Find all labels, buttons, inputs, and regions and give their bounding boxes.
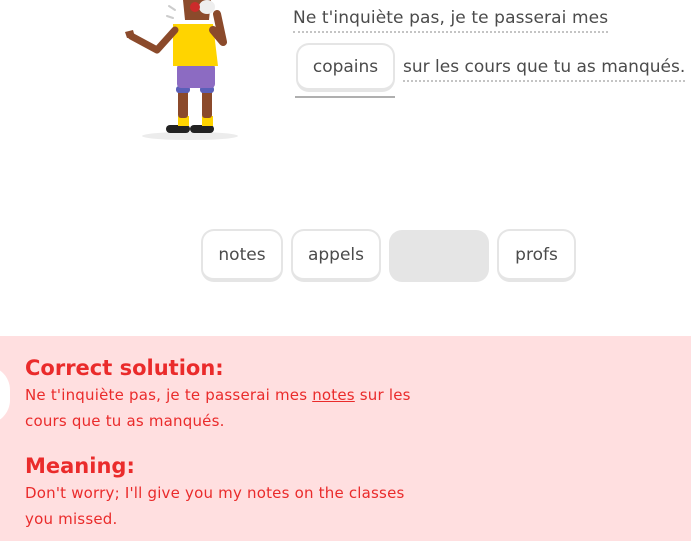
meaning-text: Don't worry; I'll give you my notes on t… [25, 484, 405, 528]
sentence-continuation: sur les cours que tu as manqués. [403, 57, 686, 82]
meaning-heading: Meaning: [25, 454, 135, 478]
sentence-prompt: Ne t'inquiète pas, je te passerai mes [293, 8, 609, 33]
sentence-text-after: sur les cours que tu as manqués. [403, 57, 686, 82]
selected-answer-label: copains [312, 56, 379, 77]
word-bank-chip-notes[interactable]: notes [201, 229, 283, 282]
word-bank-label: appels [307, 244, 365, 265]
incorrect-feedback-panel: Correct solution: Ne t'inquiète pas, je … [0, 336, 691, 541]
correct-solution-text: Ne t'inquiète pas, je te passerai mes no… [25, 382, 425, 434]
word-bank-empty-slot [389, 230, 489, 282]
solution-text-before: Ne t'inquiète pas, je te passerai mes [25, 386, 308, 404]
selected-answer-chip[interactable]: copains [296, 43, 395, 92]
word-bank-label: profs [515, 244, 558, 265]
word-bank-label: notes [218, 244, 266, 265]
character-illustration [115, 0, 245, 145]
character-svg [125, 0, 238, 140]
correct-solution-heading: Correct solution: [25, 356, 224, 380]
answer-blank-underline [295, 96, 395, 98]
sentence-text-before: Ne t'inquiète pas, je te passerai mes [293, 8, 609, 33]
word-bank-chip-appels[interactable]: appels [291, 229, 381, 282]
feedback-icon-tab [0, 366, 10, 424]
solution-answer-word: notes [312, 386, 355, 404]
word-bank-chip-profs[interactable]: profs [497, 229, 576, 282]
